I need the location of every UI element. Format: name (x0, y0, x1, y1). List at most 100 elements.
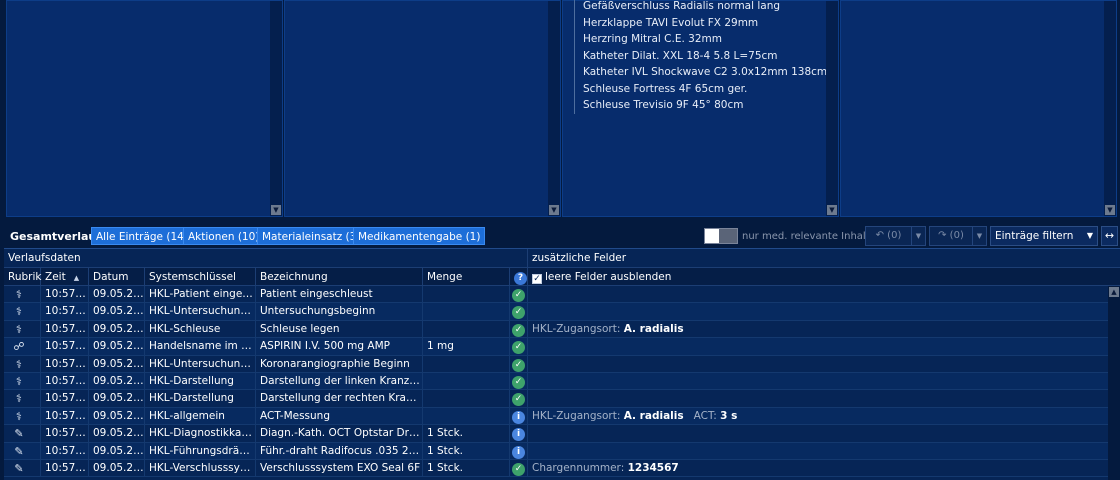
extra-field-label: HKL-Zugangsort: (532, 322, 621, 335)
relevant-toggle[interactable] (704, 228, 738, 244)
material-item[interactable]: Herzklappe TAVI Evolut FX 29mm (583, 15, 827, 32)
col-rubrik[interactable]: Rubrik (4, 268, 41, 286)
scroll-down-icon[interactable]: ▼ (549, 205, 559, 215)
material-item[interactable]: Schleuse Trevisio 9F 45° 80cm (583, 97, 827, 114)
cell-key: HKL-Untersuchungsb... (145, 355, 256, 373)
check-circle-icon[interactable]: ✓ (512, 306, 525, 320)
extra-field-value: 3 s (720, 409, 738, 422)
material-panel: Gefäßverschluss Radialis normal lang Herz… (562, 0, 839, 217)
col-status[interactable]: ? (510, 268, 528, 286)
cell-key: HKL-Patient eingesch... (145, 286, 256, 303)
hide-empty-fields[interactable]: ✓ leere Felder ausblenden (528, 268, 1120, 286)
cell-menge: 1 Stck. (423, 442, 510, 460)
extra-field-value: 1234567 (627, 461, 679, 474)
cell-datum: 09.05.2025 (89, 425, 145, 443)
cell-extra-fields: HKL-Zugangsort: A. radialis ACT: 3 s (528, 408, 1108, 425)
resize-button[interactable]: ↔ (1101, 226, 1118, 246)
table-row[interactable]: ⚕ 10:57:2609.05.2025HKL-Patient eingesch.… (4, 286, 1120, 304)
material-list: Gefäßverschluss Radialis normal lang Herz… (583, 1, 827, 114)
cell-zeit: 10:57:26 (41, 320, 89, 338)
scroll-down-icon[interactable]: ▼ (271, 205, 281, 215)
check-circle-icon[interactable]: ✓ (512, 462, 525, 476)
col-datum[interactable]: Datum (89, 268, 145, 286)
extra-field-value: A. radialis (623, 322, 684, 335)
undo-button[interactable]: ↶ (0) (866, 227, 911, 245)
table-row[interactable]: ☍ 10:57:2609.05.2025Handelsname im HKLASP… (4, 338, 1120, 356)
cell-datum: 09.05.2025 (89, 390, 145, 408)
check-circle-icon[interactable]: ✓ (512, 341, 525, 355)
chevron-down-icon[interactable]: ▼ (911, 227, 925, 245)
grid-scrollbar[interactable]: ▲ (1108, 286, 1120, 480)
cell-rubrik: ⚕ (4, 303, 41, 321)
cell-menge (423, 372, 510, 390)
table-row[interactable]: ✎ 10:57:2609.05.2025HKL-FührungsdrähteFüh… (4, 442, 1120, 460)
info-icon[interactable]: i (512, 445, 525, 459)
filter-all-button[interactable]: Alle Einträge (14) (91, 227, 193, 245)
entries-filter-select[interactable]: Einträge filtern ▼ (990, 226, 1098, 246)
material-item[interactable]: Gefäßverschluss Radialis normal lang (583, 1, 827, 15)
panel-4-scrollbar[interactable]: ▼ (1104, 1, 1116, 216)
col-systemschluessel[interactable]: Systemschlüssel (145, 268, 256, 286)
redo-button[interactable]: ↷ (0) (930, 227, 972, 245)
col-bezeichnung[interactable]: Bezeichnung (256, 268, 423, 286)
cell-status: ✓ (510, 320, 528, 338)
check-circle-icon[interactable]: ✓ (512, 323, 525, 337)
chevron-down-icon[interactable]: ▼ (972, 227, 986, 245)
check-circle-icon[interactable]: ✓ (512, 358, 525, 372)
checkbox-checked-icon[interactable]: ✓ (532, 274, 542, 284)
table-row[interactable]: ⚕ 10:57:2609.05.2025HKL-DarstellungDarste… (4, 372, 1120, 391)
info-icon[interactable]: i (512, 428, 525, 442)
cell-datum: 09.05.2025 (89, 442, 145, 460)
material-panel-scrollbar[interactable]: ▼ (826, 1, 838, 216)
cell-status: ✓ (510, 372, 528, 390)
cell-extra-fields (528, 425, 1108, 442)
check-circle-icon[interactable]: ✓ (512, 289, 525, 302)
cell-status: ✓ (510, 355, 528, 373)
cell-zeit: 10:57:26 (41, 442, 89, 460)
cell-bez: ACT-Messung (256, 407, 423, 425)
panel-2-scrollbar[interactable]: ▼ (548, 1, 560, 216)
cell-zeit: 10:57:26 (41, 338, 89, 356)
cell-datum: 09.05.2025 (89, 372, 145, 390)
cell-status: i (510, 442, 528, 460)
col-zeit[interactable]: Zeit ▲ (41, 268, 89, 286)
filter-material-button[interactable]: Materialeinsatz (3) (257, 227, 366, 245)
scroll-down-icon[interactable]: ▼ (827, 205, 837, 215)
info-icon[interactable]: i (512, 410, 525, 424)
scroll-up-icon[interactable]: ▲ (1109, 287, 1119, 297)
cell-menge (423, 303, 510, 321)
material-item[interactable]: Herzring Mitral C.E. 32mm (583, 31, 827, 48)
panel-4: ▼ (840, 0, 1117, 217)
table-row[interactable]: ✎ 10:57:2609.05.2025HKL-VerschlusssystemV… (4, 459, 1120, 478)
check-circle-icon[interactable]: ✓ (512, 393, 525, 407)
cell-key: HKL-Schleuse (145, 320, 256, 338)
material-item[interactable]: Katheter IVL Shockwave C2 3.0x12mm 138cm (583, 64, 827, 81)
col-menge-label: Menge (427, 271, 463, 283)
filter-actions-button[interactable]: Aktionen (10) (183, 227, 265, 245)
filter-medication-button[interactable]: Medikamentengabe (1) (353, 227, 486, 245)
table-row[interactable]: ⚕ 10:57:2609.05.2025HKL-Untersuchungsb...… (4, 303, 1120, 321)
scroll-down-icon[interactable]: ▼ (1105, 205, 1115, 215)
table-row[interactable]: ⚕ 10:57:2609.05.2025HKL-Untersuchungsb...… (4, 355, 1120, 373)
col-rubrik-label: Rubrik (8, 271, 42, 283)
column-header-row: Rubrik Zeit ▲ Datum Systemschlüssel Bezei… (4, 267, 1120, 286)
cell-menge: 1 Stck. (423, 459, 510, 477)
table-row[interactable]: ⚕ 10:57:2609.05.2025HKL-SchleuseSchleuse … (4, 320, 1120, 339)
cell-rubrik: ⚕ (4, 355, 41, 373)
entries-filter-value: Einträge filtern (995, 230, 1074, 242)
cell-zeit: 10:57:26 (41, 459, 89, 477)
cell-menge: 1 Stck. (423, 425, 510, 443)
table-row[interactable]: ⚕ 10:57:2609.05.2025HKL-allgemeinACT-Mess… (4, 407, 1120, 426)
table-row[interactable]: ⚕ 10:57:2609.05.2025HKL-DarstellungDarste… (4, 390, 1120, 408)
table-row[interactable]: ✎ 10:57:2609.05.2025HKL-Diagnostikkathe..… (4, 425, 1120, 443)
check-circle-icon[interactable]: ✓ (512, 375, 525, 389)
material-item[interactable]: Katheter Dilat. XXL 18-4 5.8 L=75cm (583, 48, 827, 65)
redo-control: ↷ (0) ▼ (929, 226, 987, 246)
col-menge[interactable]: Menge (423, 268, 510, 286)
cell-rubrik: ⚕ (4, 286, 41, 303)
cell-key: HKL-Diagnostikkathe... (145, 425, 256, 443)
cell-extra-fields: Chargennummer: 1234567 (528, 460, 1108, 477)
cell-key: HKL-Darstellung (145, 372, 256, 390)
material-item[interactable]: Schleuse Fortress 4F 65cm ger. (583, 81, 827, 98)
panel-1-scrollbar[interactable]: ▼ (270, 1, 282, 216)
